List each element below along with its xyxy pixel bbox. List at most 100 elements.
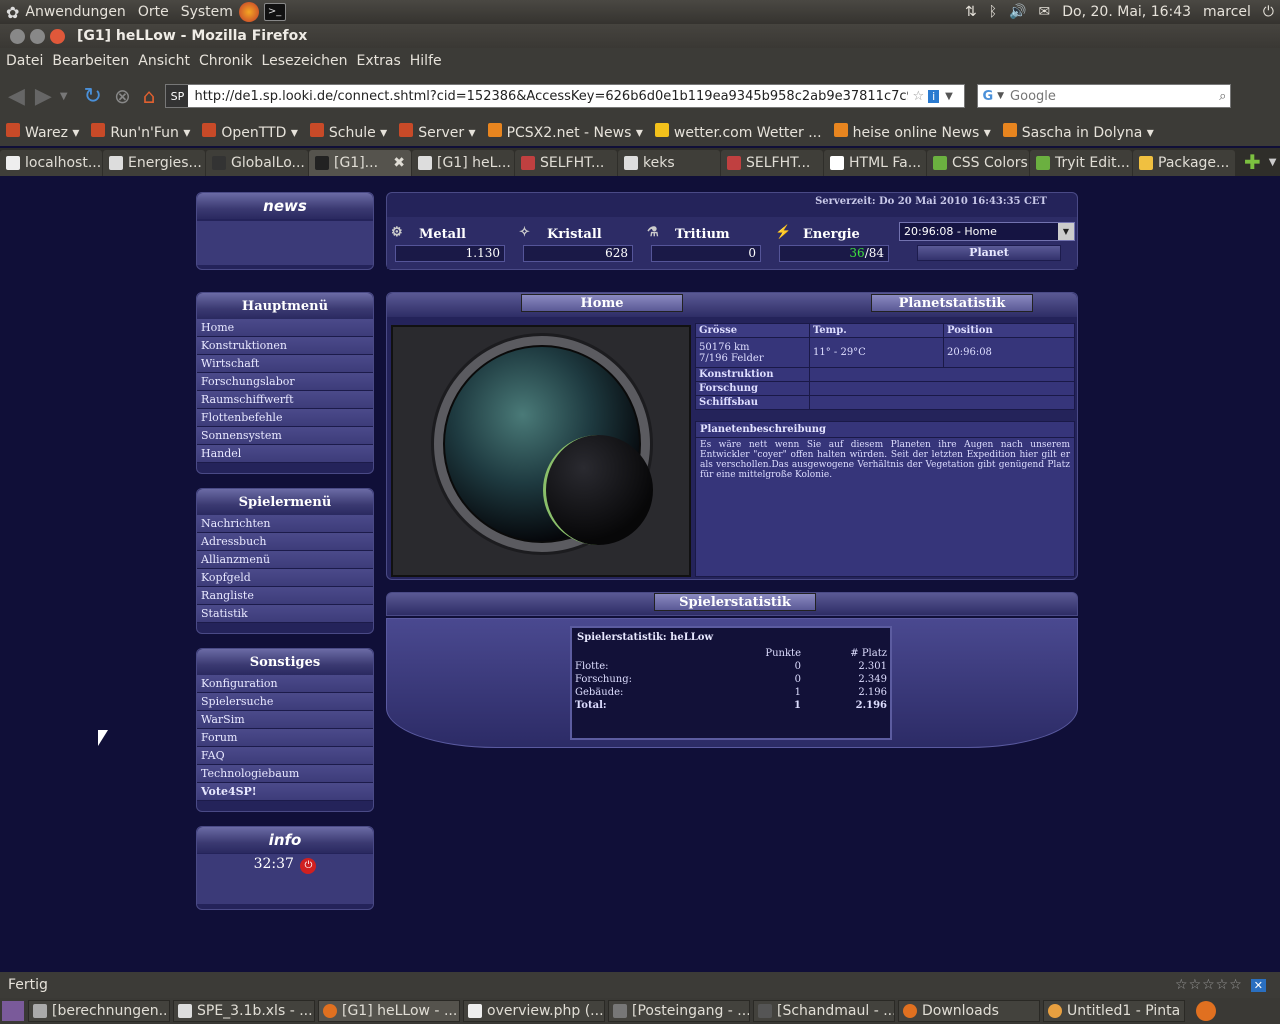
reload-icon[interactable]: ↻ bbox=[84, 84, 102, 109]
history-dropdown-icon[interactable]: ▼ bbox=[60, 91, 68, 102]
places-menu[interactable]: Orte bbox=[132, 4, 175, 20]
tab-planetstatistik[interactable]: Planetstatistik bbox=[871, 294, 1033, 312]
window-maximize-icon[interactable] bbox=[50, 28, 65, 44]
menu-item-faq[interactable]: FAQ bbox=[197, 747, 373, 765]
menu-item-warsim[interactable]: WarSim bbox=[197, 711, 373, 729]
tab-g1-hellow[interactable]: [G1] heL... bbox=[412, 150, 514, 176]
menu-bearbeiten[interactable]: Bearbeiten bbox=[52, 53, 129, 69]
search-engine-dropdown-icon[interactable]: ▼ bbox=[997, 91, 1004, 101]
search-icon[interactable]: ⌕ bbox=[1219, 89, 1226, 104]
menu-item-statistik[interactable]: Statistik bbox=[197, 605, 373, 623]
shutdown-icon[interactable]: ⏻ bbox=[1257, 4, 1280, 20]
tab-energies[interactable]: Energies... bbox=[103, 150, 205, 176]
menu-lesezeichen[interactable]: Lesezeichen bbox=[262, 53, 348, 69]
menu-item-adressbuch[interactable]: Adressbuch bbox=[197, 533, 373, 551]
menu-item-sonnensystem[interactable]: Sonnensystem bbox=[197, 427, 373, 445]
menu-item-raumschiffwerft[interactable]: Raumschiffwerft bbox=[197, 391, 373, 409]
planet-select-arrow-icon[interactable]: ▼ bbox=[1058, 223, 1074, 240]
tab-list-icon[interactable]: ▼ bbox=[1269, 157, 1277, 168]
bluetooth-icon[interactable]: ᛒ bbox=[983, 4, 1003, 20]
search-engine-icon[interactable]: G bbox=[982, 89, 993, 104]
window-close-icon[interactable] bbox=[10, 28, 25, 44]
menu-item-rangliste[interactable]: Rangliste bbox=[197, 587, 373, 605]
tab-css-colors[interactable]: CSS Colors bbox=[927, 150, 1029, 176]
menu-item-konfiguration[interactable]: Konfiguration bbox=[197, 675, 373, 693]
forward-icon[interactable]: ▶ bbox=[35, 84, 52, 109]
bookmark-folder-server[interactable]: Server ▾ bbox=[399, 123, 476, 141]
taskbar-firefox-icon[interactable] bbox=[1196, 1001, 1216, 1021]
clock[interactable]: Do, 20. Mai, 16:43 bbox=[1056, 4, 1197, 20]
bookmark-feed-sascha[interactable]: Sascha in Dolyna ▾ bbox=[1002, 123, 1154, 141]
menu-item-spielersuche[interactable]: Spielersuche bbox=[197, 693, 373, 711]
bookmark-folder-warez[interactable]: Warez ▾ bbox=[6, 123, 79, 141]
addon-icon[interactable]: ✕ bbox=[1250, 978, 1266, 992]
stop-icon[interactable]: ⊗ bbox=[114, 84, 131, 108]
new-tab-icon[interactable]: ✚ bbox=[1244, 150, 1261, 174]
taskbar-item-pinta[interactable]: Untitled1 - Pinta bbox=[1043, 1000, 1185, 1022]
bookmark-star-icon[interactable]: ☆ bbox=[912, 89, 924, 104]
tab-package[interactable]: Package... bbox=[1133, 150, 1235, 176]
menu-chronik[interactable]: Chronik bbox=[199, 53, 253, 69]
show-desktop-icon[interactable] bbox=[2, 1001, 24, 1021]
tab-home[interactable]: Home bbox=[521, 294, 683, 312]
bookmark-wetter[interactable]: wetter.com Wetter ... bbox=[654, 123, 822, 141]
menu-item-wirtschaft[interactable]: Wirtschaft bbox=[197, 355, 373, 373]
window-minimize-icon[interactable] bbox=[30, 28, 45, 44]
menu-item-technologiebaum[interactable]: Technologiebaum bbox=[197, 765, 373, 783]
taskbar-item-berechnungen[interactable]: [berechnungen... bbox=[28, 1000, 170, 1022]
tab-close-icon[interactable]: ✖ bbox=[393, 155, 405, 171]
search-box[interactable]: G ▼ ⌕ bbox=[977, 84, 1232, 108]
system-menu[interactable]: System bbox=[175, 4, 239, 20]
planet-button[interactable]: Planet bbox=[917, 245, 1061, 261]
tab-selfhtml-2[interactable]: SELFHT... bbox=[721, 150, 823, 176]
menu-extras[interactable]: Extras bbox=[357, 53, 401, 69]
bookmark-folder-schule[interactable]: Schule ▾ bbox=[309, 123, 387, 141]
tab-html-faq[interactable]: HTML Fa... bbox=[824, 150, 926, 176]
menu-item-home[interactable]: Home bbox=[197, 319, 373, 337]
bookmark-folder-openttd[interactable]: OpenTTD ▾ bbox=[202, 123, 298, 141]
network-icon[interactable]: ⇅ bbox=[959, 4, 983, 20]
terminal-launcher-icon[interactable]: >_ bbox=[263, 3, 286, 21]
menu-item-nachrichten[interactable]: Nachrichten bbox=[197, 515, 373, 533]
menu-hilfe[interactable]: Hilfe bbox=[410, 53, 442, 69]
bookmark-feed-heise[interactable]: heise online News ▾ bbox=[833, 123, 991, 141]
menu-ansicht[interactable]: Ansicht bbox=[138, 53, 190, 69]
tab-selfhtml-1[interactable]: SELFHT... bbox=[515, 150, 617, 176]
tab-g1-active[interactable]: [G1]... ✖ bbox=[309, 150, 411, 176]
page-info-icon[interactable]: i bbox=[928, 89, 940, 103]
menu-item-konstruktionen[interactable]: Konstruktionen bbox=[197, 337, 373, 355]
volume-icon[interactable]: 🔊 bbox=[1003, 4, 1032, 20]
menu-item-allianzmenu[interactable]: Allianzmenü bbox=[197, 551, 373, 569]
taskbar-item-overview-php[interactable]: overview.php (... bbox=[463, 1000, 605, 1022]
tab-keks[interactable]: keks bbox=[618, 150, 720, 176]
site-identity-icon[interactable]: SP bbox=[166, 85, 189, 107]
bookmark-feed-pcsx2[interactable]: PCSX2.net - News ▾ bbox=[487, 123, 643, 141]
home-icon[interactable]: ⌂ bbox=[143, 84, 156, 108]
tab-localhost[interactable]: localhost... bbox=[0, 150, 102, 176]
menu-item-handel[interactable]: Handel bbox=[197, 445, 373, 463]
logout-icon[interactable]: ⏻ bbox=[300, 858, 317, 874]
search-input[interactable] bbox=[1010, 88, 1220, 104]
url-bar[interactable]: SP http://de1.sp.looki.de/connect.shtml?… bbox=[165, 84, 966, 108]
planet-select[interactable]: 20:96:08 - Home ▼ bbox=[899, 222, 1075, 241]
firefox-launcher-icon[interactable] bbox=[238, 2, 259, 22]
rating-stars-icon[interactable]: ☆☆☆☆☆ bbox=[1175, 977, 1243, 993]
menu-item-kopfgeld[interactable]: Kopfgeld bbox=[197, 569, 373, 587]
bookmark-folder-runnfun[interactable]: Run'n'Fun ▾ bbox=[91, 123, 190, 141]
menu-item-flottenbefehle[interactable]: Flottenbefehle bbox=[197, 409, 373, 427]
taskbar-item-spe-xls[interactable]: SPE_3.1b.xls - ... bbox=[173, 1000, 315, 1022]
url-dropdown-icon[interactable]: ▼ bbox=[945, 91, 953, 102]
menu-datei[interactable]: Datei bbox=[6, 53, 43, 69]
url-text[interactable]: http://de1.sp.looki.de/connect.shtml?cid… bbox=[194, 89, 908, 104]
taskbar-item-downloads[interactable]: Downloads bbox=[898, 1000, 1040, 1022]
menu-item-vote4sp[interactable]: Vote4SP! bbox=[197, 783, 373, 801]
mail-icon[interactable]: ✉ bbox=[1033, 4, 1057, 20]
menu-item-forum[interactable]: Forum bbox=[197, 729, 373, 747]
taskbar-item-posteingang[interactable]: [Posteingang - ... bbox=[608, 1000, 750, 1022]
tab-tryit-editor[interactable]: Tryit Edit... bbox=[1030, 150, 1132, 176]
back-icon[interactable]: ◀ bbox=[8, 84, 25, 109]
user-menu[interactable]: marcel bbox=[1197, 4, 1257, 20]
taskbar-item-schandmaul[interactable]: [Schandmaul - ... bbox=[753, 1000, 895, 1022]
applications-menu[interactable]: Anwendungen bbox=[19, 4, 131, 20]
menu-item-forschungslabor[interactable]: Forschungslabor bbox=[197, 373, 373, 391]
